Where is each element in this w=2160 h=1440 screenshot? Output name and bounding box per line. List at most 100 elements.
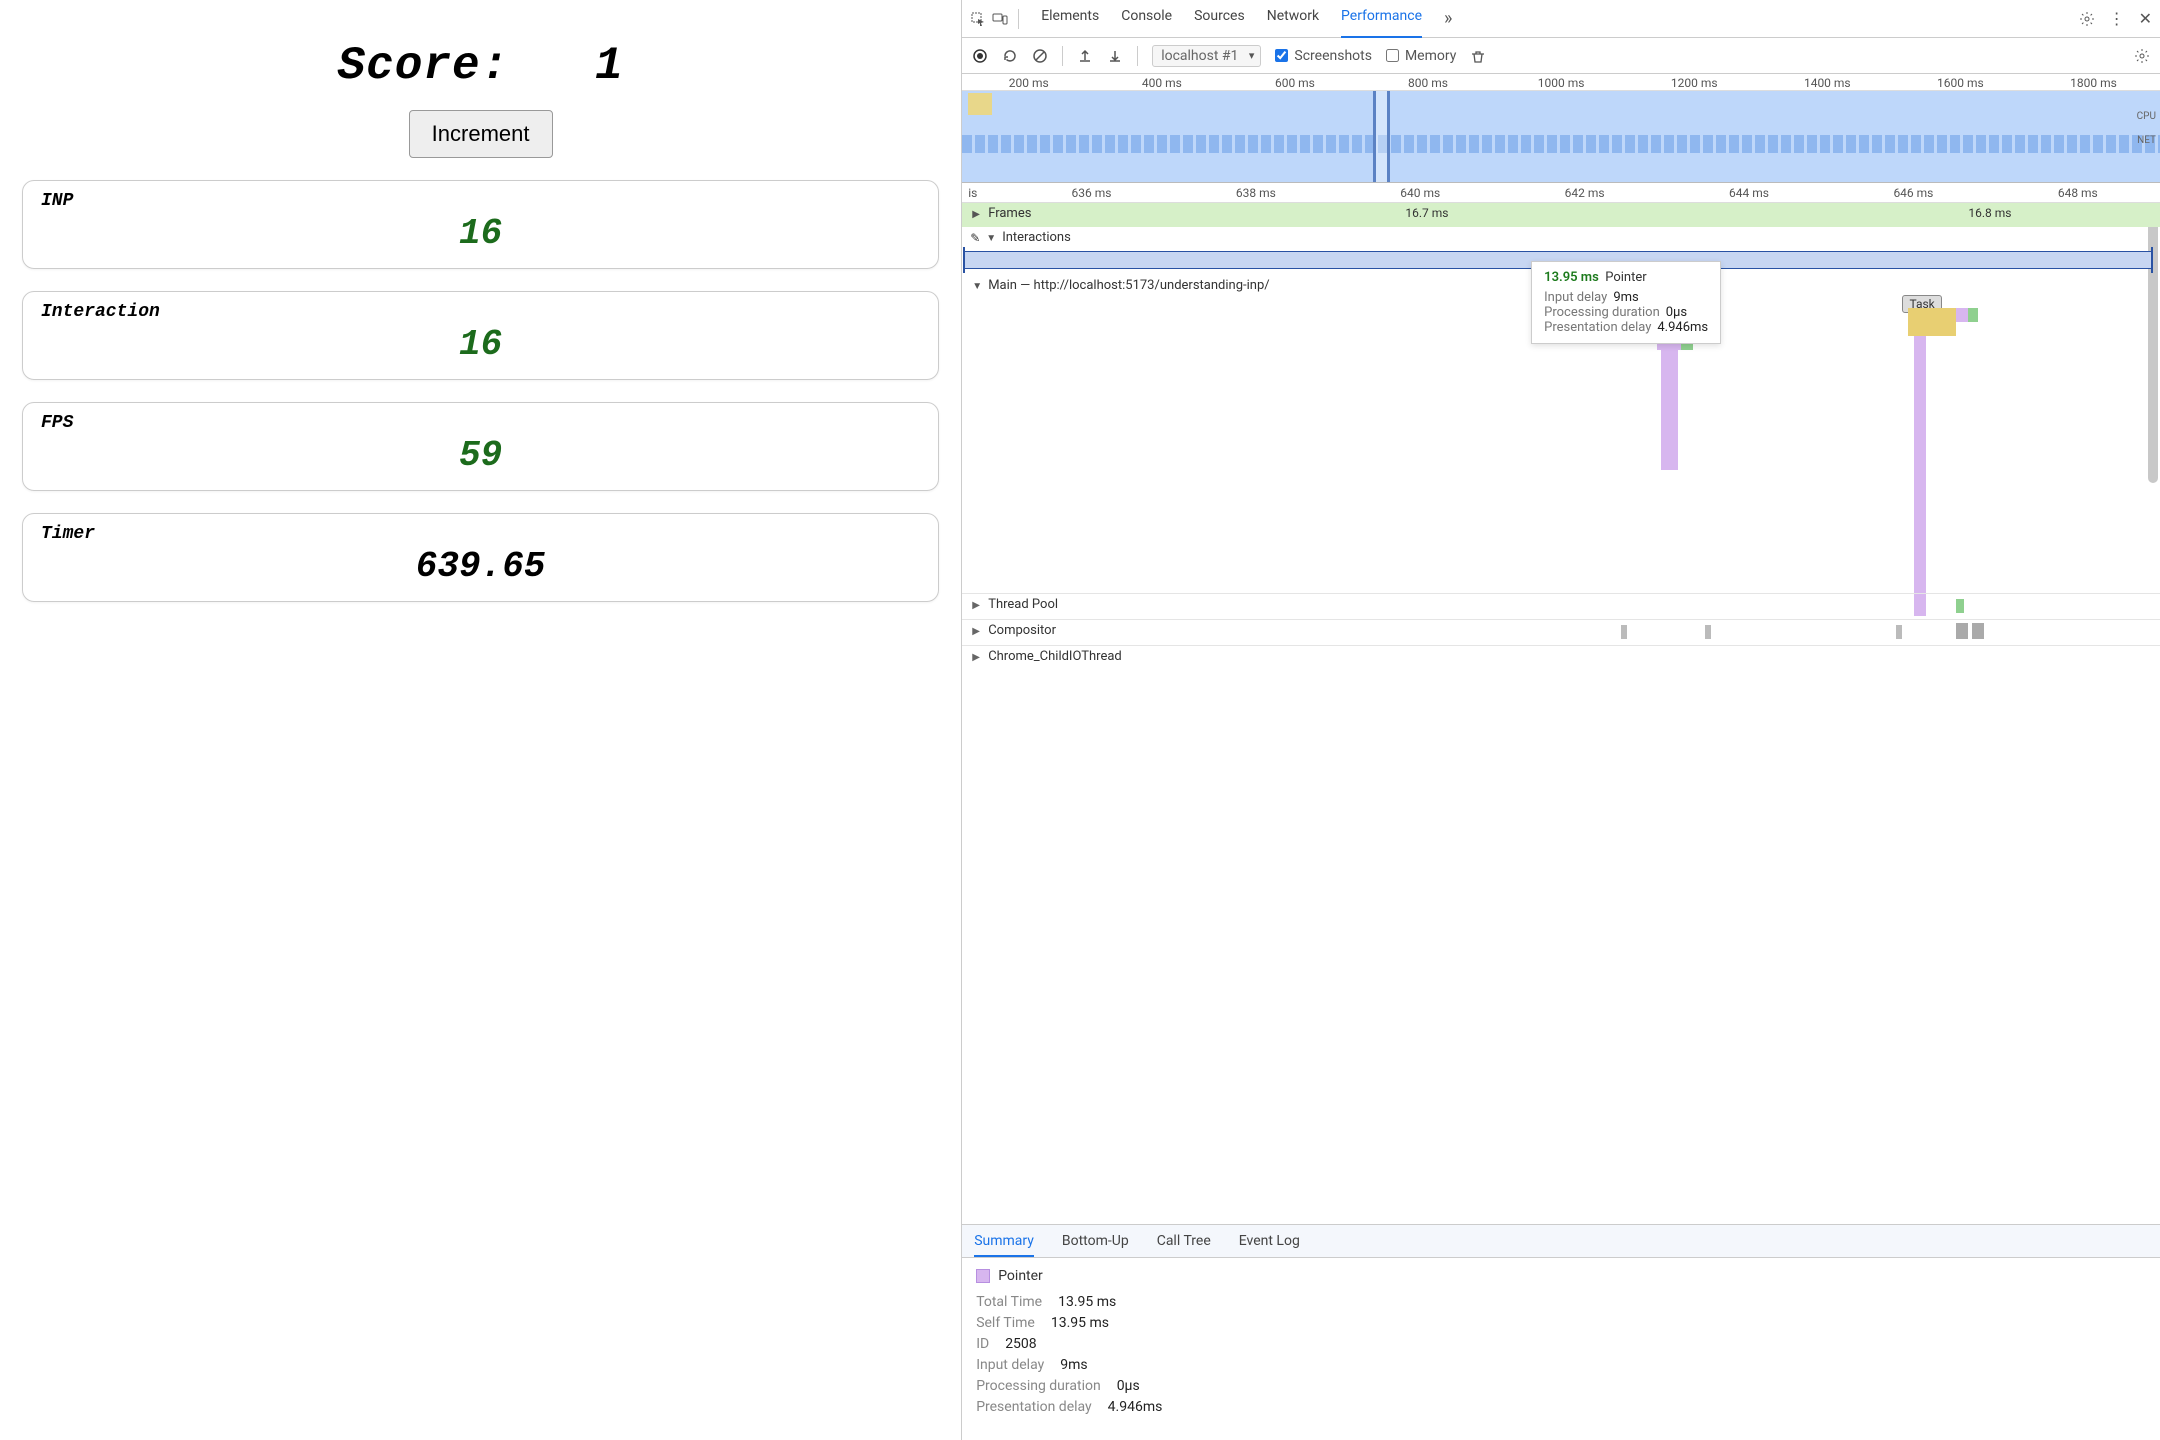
tooltip-time: 13.95 ms	[1544, 270, 1599, 285]
bottom-tab-eventlog[interactable]: Event Log	[1239, 1233, 1300, 1249]
screenshots-label: Screenshots	[1294, 48, 1372, 64]
tab-sources[interactable]: Sources	[1194, 8, 1245, 29]
flame-bar[interactable]	[1956, 623, 1968, 639]
bottom-tab-bottomup[interactable]: Bottom-Up	[1062, 1233, 1129, 1249]
memory-label: Memory	[1405, 48, 1456, 64]
compositor-lane[interactable]: ▶ Compositor	[962, 619, 2160, 645]
kebab-icon[interactable]: ⋮	[2109, 9, 2125, 28]
frames-lane[interactable]: ▶ Frames 16.7 ms 16.8 ms	[962, 203, 2160, 227]
bottom-tab-calltree[interactable]: Call Tree	[1157, 1233, 1211, 1249]
overview-timeline[interactable]: CPU NET	[962, 91, 2160, 183]
overview-selection-handle[interactable]	[1373, 91, 1390, 182]
collapse-icon[interactable]: ▼	[986, 233, 996, 244]
flame-chart[interactable]: ▶ Frames 16.7 ms 16.8 ms ✎ ▼ Interaction…	[962, 203, 2160, 1224]
flame-bar[interactable]	[1968, 308, 1978, 322]
close-icon[interactable]: ✕	[2139, 9, 2152, 28]
expand-icon[interactable]: ▶	[972, 626, 980, 637]
clear-icon[interactable]	[1032, 48, 1048, 64]
ov-tick: 1600 ms	[1894, 76, 2027, 90]
bottom-tabs: Summary Bottom-Up Call Tree Event Log	[962, 1224, 2160, 1258]
score-value: 1	[595, 40, 624, 92]
capture-settings-icon[interactable]	[2134, 48, 2150, 64]
sum-lbl: Presentation delay	[976, 1399, 1091, 1415]
chrome-childio-lane[interactable]: ▶ Chrome_ChildIOThread	[962, 645, 2160, 671]
interactions-lane[interactable]: ✎ ▼ Interactions	[962, 227, 2160, 249]
flame-bar[interactable]	[1896, 625, 1902, 639]
timer-label: Timer	[41, 524, 920, 544]
sum-val: 13.95 ms	[1058, 1294, 1116, 1310]
thread-pool-lane[interactable]: ▶ Thread Pool	[962, 593, 2160, 619]
tooltip-type: Pointer	[1605, 270, 1646, 285]
reload-record-icon[interactable]	[1002, 48, 1018, 64]
record-icon[interactable]	[972, 48, 988, 64]
d-tick: 648 ms	[1996, 186, 2160, 200]
increment-button[interactable]: Increment	[409, 110, 553, 158]
flame-bar[interactable]	[1705, 625, 1711, 639]
fps-card: FPS 59	[22, 402, 939, 491]
screenshots-input[interactable]	[1275, 49, 1288, 62]
more-tabs-icon[interactable]: »	[1444, 8, 1452, 29]
expand-icon[interactable]: ▶	[972, 652, 980, 663]
interaction-tooltip: 13.95 ms Pointer Input delay9ms Processi…	[1531, 261, 1721, 344]
d-tick: 642 ms	[1502, 186, 1666, 200]
frames-label: Frames	[988, 206, 1031, 221]
flame-bar[interactable]	[1908, 322, 1956, 336]
sum-lbl: ID	[976, 1336, 989, 1352]
flame-bar[interactable]	[1914, 336, 1926, 616]
tab-elements[interactable]: Elements	[1041, 8, 1099, 29]
overview-ruler[interactable]: 200 ms 400 ms 600 ms 800 ms 1000 ms 1200…	[962, 74, 2160, 91]
sum-val: 4.946ms	[1108, 1399, 1163, 1415]
memory-checkbox[interactable]: Memory	[1386, 48, 1456, 64]
profile-select[interactable]: localhost #1	[1152, 45, 1261, 67]
flame-bar[interactable]	[1661, 350, 1679, 470]
download-profile-icon[interactable]	[1107, 48, 1123, 64]
inspect-icon[interactable]	[970, 11, 986, 27]
score-label: Score:	[338, 40, 510, 92]
performance-controls: localhost #1 Screenshots Memory	[962, 38, 2160, 74]
devtools-topbar: Elements Console Sources Network Perform…	[962, 0, 2160, 38]
d-tick: 640 ms	[1338, 186, 1502, 200]
tt-input-val: 9ms	[1613, 290, 1638, 305]
ov-tick: 200 ms	[962, 76, 1095, 90]
overview-net-label: NET	[2137, 135, 2156, 146]
bottom-tab-summary[interactable]: Summary	[974, 1233, 1034, 1257]
interaction-card: Interaction 16	[22, 291, 939, 380]
gc-icon[interactable]	[1470, 48, 1486, 64]
app-pane: Score: 1 Increment INP 16 Interaction 16…	[0, 0, 961, 1440]
expand-icon[interactable]: ▶	[972, 209, 980, 220]
tab-network[interactable]: Network	[1267, 8, 1319, 29]
upload-profile-icon[interactable]	[1077, 48, 1093, 64]
expand-icon[interactable]: ▶	[972, 600, 980, 611]
devtools-pane: Elements Console Sources Network Perform…	[961, 0, 2160, 1440]
d-tick: 646 ms	[1831, 186, 1995, 200]
tt-proc-lbl: Processing duration	[1544, 305, 1660, 320]
sum-val: 2508	[1005, 1336, 1036, 1352]
tt-pres-lbl: Presentation delay	[1544, 320, 1651, 335]
device-toggle-icon[interactable]	[992, 11, 1008, 27]
ov-tick: 1200 ms	[1628, 76, 1761, 90]
interaction-value: 16	[41, 324, 920, 365]
flame-bar[interactable]	[1956, 308, 1968, 322]
detail-ruler[interactable]: is 636 ms 638 ms 640 ms 642 ms 644 ms 64…	[962, 183, 2160, 203]
tab-console[interactable]: Console	[1121, 8, 1172, 29]
chrome-childio-label: Chrome_ChildIOThread	[988, 649, 1122, 664]
sum-lbl: Input delay	[976, 1357, 1044, 1373]
flame-bar[interactable]	[1908, 308, 1956, 322]
fps-label: FPS	[41, 413, 920, 433]
screenshots-checkbox[interactable]: Screenshots	[1275, 48, 1372, 64]
thread-pool-label: Thread Pool	[988, 597, 1058, 612]
flame-bar[interactable]	[1972, 623, 1984, 639]
sum-lbl: Total Time	[976, 1294, 1042, 1310]
ov-spike	[968, 93, 992, 115]
settings-icon[interactable]	[2079, 11, 2095, 27]
interaction-label: Interaction	[41, 302, 920, 322]
ov-tick: 1800 ms	[2027, 76, 2160, 90]
flame-bar[interactable]	[1956, 599, 1963, 613]
tab-performance[interactable]: Performance	[1341, 8, 1422, 38]
main-label: Main — http://localhost:5173/understandi…	[988, 278, 1269, 293]
collapse-icon[interactable]: ▼	[972, 281, 982, 292]
sum-val: 9ms	[1060, 1357, 1087, 1373]
memory-input[interactable]	[1386, 49, 1399, 62]
timer-card: Timer 639.65	[22, 513, 939, 602]
flame-bar[interactable]	[1621, 625, 1627, 639]
